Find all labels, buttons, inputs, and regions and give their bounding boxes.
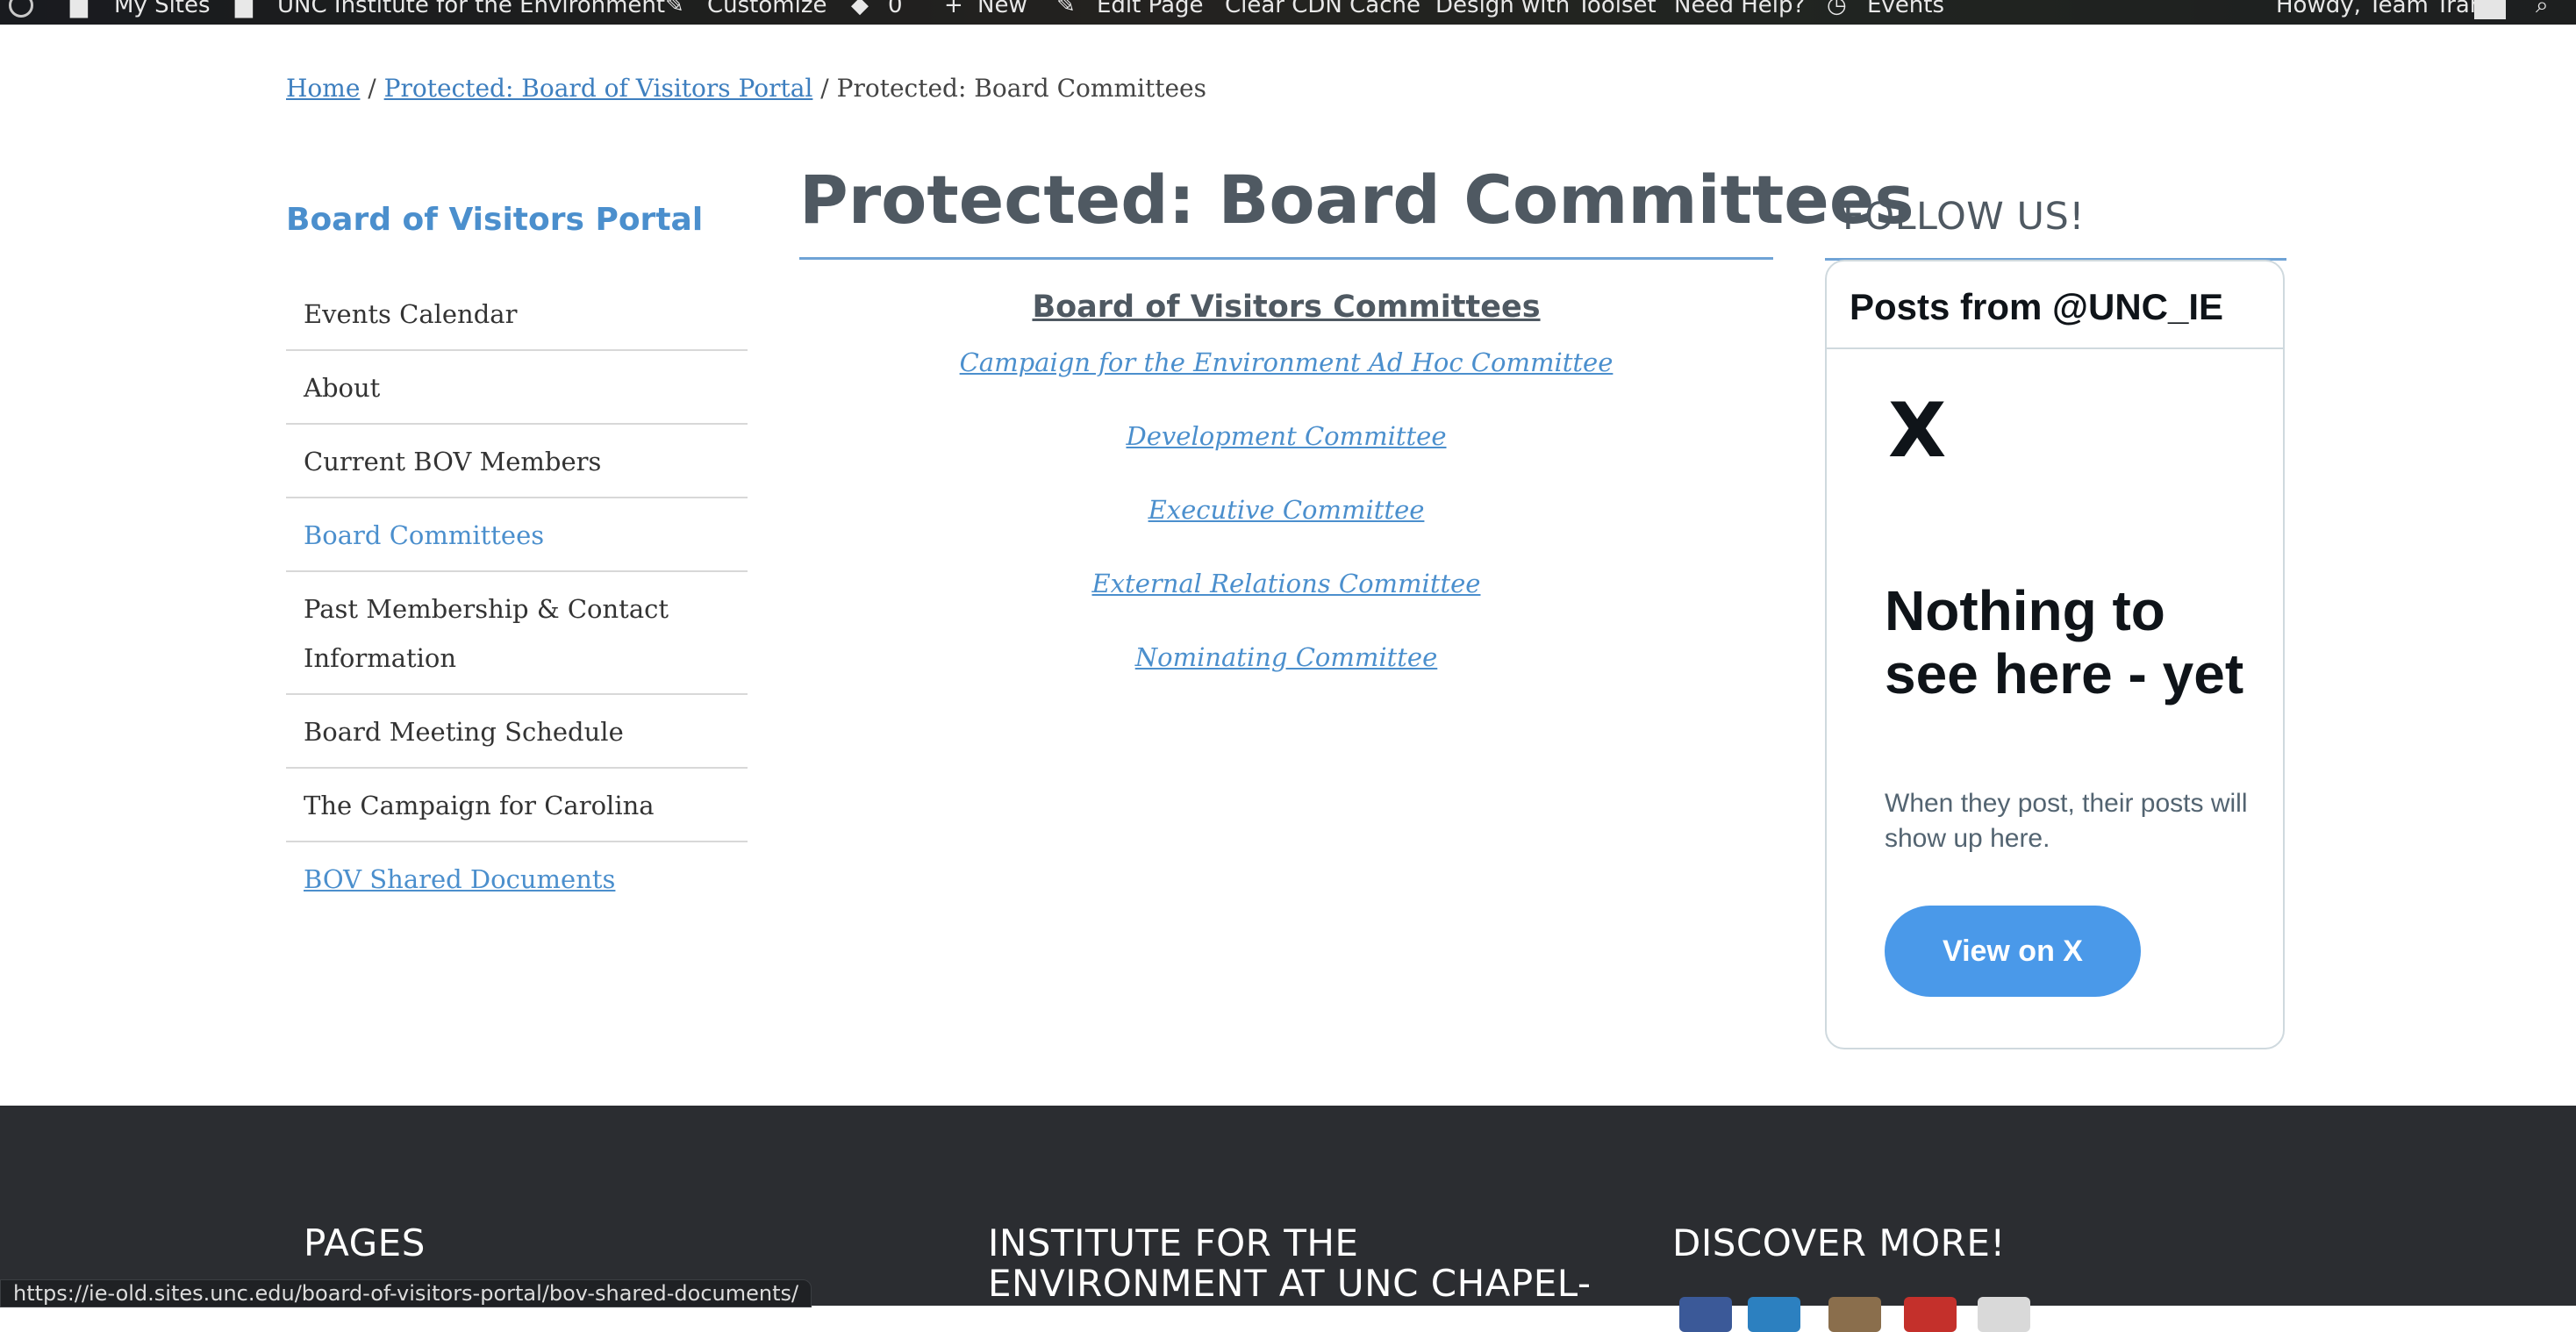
- admin-howdy[interactable]: Howdy, Team Tran: [2276, 0, 2484, 21]
- site-home-icon: ▆: [235, 0, 253, 18]
- admin-bar: ▆ My Sites ▆ UNC Institute for the Envir…: [0, 0, 2576, 25]
- breadcrumb-current: Protected: Board Committees: [836, 74, 1206, 103]
- admin-edit-page[interactable]: Edit Page: [1097, 0, 1204, 21]
- breadcrumb-separator: /: [812, 74, 837, 103]
- admin-events[interactable]: Events: [1867, 0, 1944, 21]
- breadcrumb-parent[interactable]: Protected: Board of Visitors Portal: [384, 74, 813, 103]
- committee-link[interactable]: Executive Committee: [799, 491, 1773, 528]
- sidebar-title[interactable]: Board of Visitors Portal: [286, 202, 703, 238]
- x-empty-title: Nothing to see here - yet: [1885, 579, 2244, 705]
- comments-icon: ◆: [851, 0, 869, 18]
- committee-link[interactable]: External Relations Committee: [799, 565, 1773, 602]
- user-avatar[interactable]: [2474, 0, 2506, 19]
- events-icon: ◷: [1827, 0, 1847, 18]
- sidebar-item-current-members[interactable]: Current BOV Members: [286, 425, 748, 498]
- sidebar-item-past-membership[interactable]: Past Membership & Contact Information: [286, 572, 748, 695]
- plus-icon: +: [944, 0, 963, 18]
- sidebar-item-campaign[interactable]: The Campaign for Carolina: [286, 769, 748, 842]
- sidebar-item-board-committees[interactable]: Board Committees: [286, 498, 748, 572]
- committee-link[interactable]: Development Committee: [799, 418, 1773, 455]
- flickr-icon[interactable]: [1828, 1297, 1881, 1332]
- admin-my-sites[interactable]: My Sites: [114, 0, 211, 21]
- admin-help[interactable]: Need Help?: [1674, 0, 1805, 21]
- main-content: Board of Visitors Committees Campaign fo…: [799, 290, 1773, 713]
- footer-discover-title: DISCOVER MORE!: [1672, 1221, 2006, 1264]
- committee-link[interactable]: Nominating Committee: [799, 639, 1773, 676]
- breadcrumb-home[interactable]: Home: [286, 74, 360, 103]
- admin-clear-cache[interactable]: Clear CDN Cache: [1225, 0, 1420, 21]
- x-widget-header[interactable]: Posts from @UNC_IE: [1827, 261, 2283, 349]
- sidebar-item-shared-documents[interactable]: BOV Shared Documents: [286, 842, 748, 914]
- sidebar-nav: Events Calendar About Current BOV Member…: [286, 277, 748, 914]
- breadcrumb-separator: /: [360, 74, 384, 103]
- facebook-icon[interactable]: [1679, 1297, 1732, 1332]
- search-icon[interactable]: ⌕: [2536, 0, 2549, 21]
- title-divider: [799, 257, 1773, 260]
- sidebar-item-about[interactable]: About: [286, 351, 748, 425]
- committee-link[interactable]: Campaign for the Environment Ad Hoc Comm…: [799, 344, 1773, 381]
- x-empty-subtitle: When they post, their posts will show up…: [1885, 789, 2248, 853]
- sidebar-item-events-calendar[interactable]: Events Calendar: [286, 277, 748, 351]
- my-sites-icon: ▆: [70, 0, 88, 18]
- admin-comments-count[interactable]: 0: [888, 0, 903, 21]
- committees-heading: Board of Visitors Committees: [1032, 290, 1541, 325]
- twitter-icon[interactable]: [1748, 1297, 1800, 1332]
- page-title: Protected: Board Committees: [799, 161, 1914, 239]
- email-icon[interactable]: [1978, 1297, 2030, 1332]
- admin-new[interactable]: New: [977, 0, 1027, 21]
- admin-toolset[interactable]: Design with Toolset: [1435, 0, 1657, 21]
- admin-customize[interactable]: Customize: [707, 0, 826, 21]
- site-footer: PAGES INSTITUTE FOR THE ENVIRONMENT AT U…: [0, 1106, 2576, 1332]
- footer-institute-title: INSTITUTE FOR THE ENVIRONMENT AT UNC CHA…: [988, 1221, 1592, 1305]
- status-url: https://ie-old.sites.unc.edu/board-of-vi…: [0, 1279, 812, 1307]
- edit-icon: ✎: [1056, 0, 1076, 18]
- footer-pages-title: PAGES: [304, 1221, 426, 1264]
- x-logo-icon[interactable]: X: [1888, 393, 1950, 469]
- breadcrumb: Home / Protected: Board of Visitors Port…: [286, 74, 1206, 103]
- view-on-x-button[interactable]: View on X: [1885, 906, 2141, 997]
- sidebar-item-meeting-schedule[interactable]: Board Meeting Schedule: [286, 695, 748, 769]
- customize-icon: ✎: [665, 0, 684, 18]
- youtube-icon[interactable]: [1904, 1297, 1957, 1332]
- admin-site-name[interactable]: UNC Institute for the Environment: [277, 0, 665, 21]
- follow-title: FOLLOW US!: [1843, 195, 2085, 239]
- x-timeline-widget: Posts from @UNC_IE X Nothing to see here…: [1825, 260, 2285, 1049]
